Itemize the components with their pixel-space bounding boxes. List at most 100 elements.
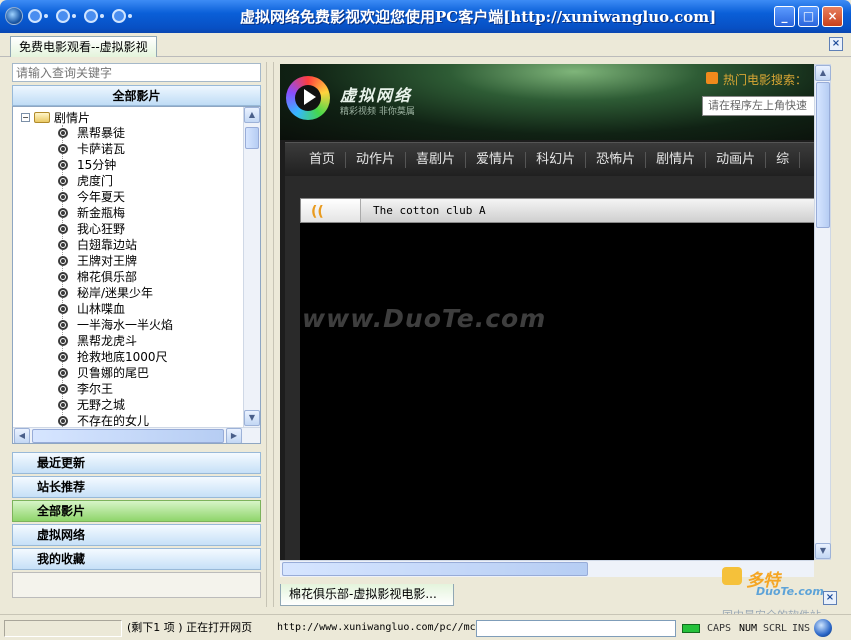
scroll-thumb[interactable]	[245, 127, 259, 149]
player-title: The cotton club A	[373, 204, 486, 217]
tree-item[interactable]: 李尔王	[13, 381, 243, 397]
tree-item[interactable]: 卡萨诺瓦	[13, 141, 243, 157]
side-nav: 最近更新 站长推荐 全部影片 虚拟网络 我的收藏	[12, 452, 261, 572]
movie-icon	[58, 224, 68, 234]
scroll-right-icon[interactable]: ▶	[226, 428, 242, 443]
main-tab[interactable]: 免费电影观看--虚拟影视	[10, 36, 157, 57]
collapse-icon[interactable]: −	[21, 113, 30, 122]
tree-item[interactable]: 虎度门	[13, 173, 243, 189]
duote-watermark: www.DuoTe.com	[302, 304, 547, 333]
tree-item[interactable]: 贝鲁娜的尾巴	[13, 365, 243, 381]
scroll-down-icon[interactable]: ▼	[244, 410, 260, 426]
close-button[interactable]: ×	[822, 6, 843, 27]
video-player[interactable]	[300, 223, 815, 560]
site-menu-item[interactable]: 综	[766, 151, 801, 168]
tree-header[interactable]: 全部影片	[12, 85, 261, 106]
movie-icon	[58, 384, 68, 394]
tree-item[interactable]: 王牌对王牌	[13, 253, 243, 269]
panel-splitter[interactable]	[266, 62, 274, 607]
web-scroll-thumb[interactable]	[816, 82, 830, 228]
tree-item[interactable]: 黑帮龙虎斗	[13, 333, 243, 349]
tree-item-label: 新金瓶梅	[77, 206, 126, 220]
scroll-up-icon[interactable]: ▲	[244, 107, 260, 123]
app-icon[interactable]	[5, 7, 23, 25]
hscroll-thumb[interactable]	[32, 429, 224, 443]
tree-item-label: 棉花俱乐部	[77, 270, 138, 284]
site-menu-item[interactable]: 剧情片	[646, 151, 707, 168]
player-header: (( The cotton club A	[300, 198, 815, 223]
movie-icon	[58, 416, 68, 426]
site-menu-item[interactable]: 首页	[299, 151, 347, 168]
site-menu-item[interactable]: 科幻片	[526, 151, 587, 168]
scroll-left-icon[interactable]: ◀	[14, 428, 30, 443]
movie-icon	[58, 160, 68, 170]
movie-icon	[58, 336, 68, 346]
tree-item[interactable]: 秘岸/迷果少年	[13, 285, 243, 301]
movie-icon	[58, 400, 68, 410]
site-menu-item[interactable]: 喜剧片	[406, 151, 467, 168]
tree-item-label: 李尔王	[77, 382, 114, 396]
maximize-button[interactable]: □	[798, 6, 819, 27]
side-nav-button[interactable]: 站长推荐	[12, 476, 261, 498]
site-menu-item[interactable]: 动画片	[706, 151, 767, 168]
tree-item-label: 卡萨诺瓦	[77, 142, 126, 156]
browser-tab[interactable]: 棉花俱乐部-虚拟影视电影...	[280, 584, 454, 606]
status-address-field[interactable]	[476, 620, 676, 637]
tree-horizontal-scrollbar[interactable]: ◀ ▶	[13, 427, 260, 443]
movie-icon	[58, 304, 68, 314]
status-bar: (剩下1 项 ) 正在打开网页 http://www.xuniwangluo.c…	[0, 614, 851, 640]
web-hscroll-thumb[interactable]	[282, 562, 588, 576]
tree-item[interactable]: 抢救地底1000尺	[13, 349, 243, 365]
tree-root-label: 剧情片	[54, 111, 91, 125]
status-blank-cell	[4, 620, 122, 637]
search-input[interactable]	[12, 63, 261, 82]
minimize-button[interactable]: _	[774, 6, 795, 27]
tree-vertical-scrollbar[interactable]: ▲ ▼	[243, 107, 260, 427]
window-title: 虚拟网络免费影视欢迎您使用PC客户端[http://xuniwangluo.co…	[240, 8, 717, 26]
tree-item-label: 今年夏天	[77, 190, 126, 204]
tree-item[interactable]: 我心狂野	[13, 221, 243, 237]
tree-item[interactable]: 黑帮暴徒	[13, 125, 243, 141]
side-nav-button[interactable]: 我的收藏	[12, 548, 261, 570]
tree-item[interactable]: 棉花俱乐部	[13, 269, 243, 285]
hot-search-label: 热门电影搜索：	[723, 73, 808, 87]
main-tab-close-icon[interactable]: ×	[829, 37, 843, 51]
side-nav-button[interactable]: 虚拟网络	[12, 524, 261, 546]
tree-item-label: 无野之城	[77, 398, 126, 412]
tree-item-label: 虎度门	[77, 174, 114, 188]
tree-item-label: 15分钟	[77, 158, 117, 172]
player-icon-box	[301, 199, 361, 222]
tree-item[interactable]: 15分钟	[13, 157, 243, 173]
tree-item-label: 秘岸/迷果少年	[77, 286, 154, 300]
tree-item[interactable]: 白翅靠边站	[13, 237, 243, 253]
side-bottom-panel	[12, 572, 261, 598]
site-menu-item[interactable]: 动作片	[346, 151, 407, 168]
tree-item-label: 山林喋血	[77, 302, 126, 316]
web-scroll-up-icon[interactable]: ▲	[815, 65, 831, 81]
tree-item[interactable]: 今年夏天	[13, 189, 243, 205]
side-nav-button[interactable]: 全部影片	[12, 500, 261, 522]
web-vertical-scrollbar[interactable]: ▲ ▼	[814, 64, 831, 560]
movie-icon	[58, 128, 68, 138]
side-nav-button[interactable]: 最近更新	[12, 452, 261, 474]
movie-icon	[58, 352, 68, 362]
tree-list: 黑帮暴徒 卡萨诺瓦 15分钟虎度门今年夏天新金瓶梅 我心狂野 白翅靠边站 王牌对王牌 棉花俱…	[13, 125, 243, 429]
site-search-input[interactable]: 请在程序左上角快速	[702, 96, 822, 116]
site-menu-item[interactable]: 恐怖片	[586, 151, 647, 168]
tree-root[interactable]: − 剧情片	[21, 110, 90, 125]
tree-item[interactable]: 一半海水一半火焰	[13, 317, 243, 333]
tree-item[interactable]: 无野之城	[13, 397, 243, 413]
site-menu-item[interactable]: 爱情片	[466, 151, 527, 168]
play-icon	[304, 89, 316, 105]
site-logo-slogan: 精彩视频 非你莫属	[340, 107, 415, 117]
ins-indicator: INS	[792, 623, 811, 634]
tree-item[interactable]: 山林喋血	[13, 301, 243, 317]
movie-icon	[58, 192, 68, 202]
tree-item[interactable]: 新金瓶梅	[13, 205, 243, 221]
movie-icon	[58, 288, 68, 298]
rss-icon[interactable]	[706, 72, 718, 84]
tree-item-label: 贝鲁娜的尾巴	[77, 366, 150, 380]
web-scroll-down-icon[interactable]: ▼	[815, 543, 831, 559]
web-view: 虚拟网络 精彩视频 非你莫属 热门电影搜索： 请在程序左上角快速 首页 动作片 喜剧…	[280, 64, 831, 560]
status-text: (剩下1 项 ) 正在打开网页	[127, 621, 253, 634]
